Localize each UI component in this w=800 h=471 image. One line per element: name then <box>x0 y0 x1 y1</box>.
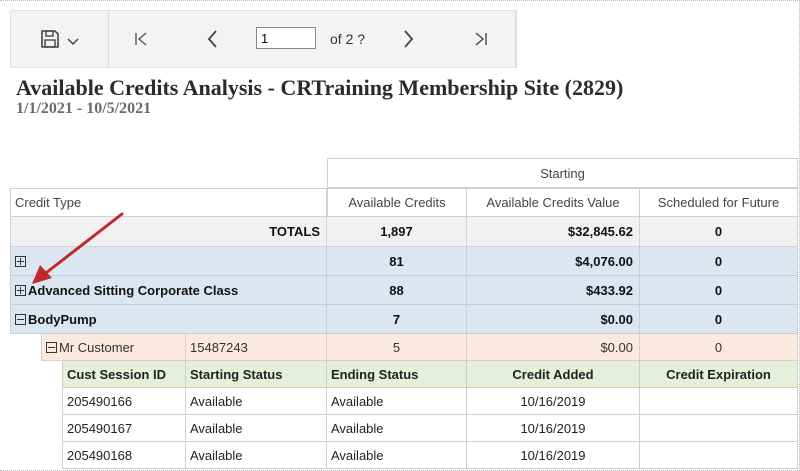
detail-session-id: 205490166 <box>62 388 186 415</box>
customer-value: $0.00 <box>467 334 640 361</box>
detail-starting-status: Available <box>186 388 327 415</box>
toolbar-divider <box>108 11 109 67</box>
group-scheduled: 0 <box>640 305 798 334</box>
report-toolbar: of 2 ? <box>10 10 517 68</box>
detail-ending-status: Available <box>327 415 467 442</box>
detail-starting-status: Available <box>186 415 327 442</box>
customer-row-name[interactable]: Mr Customer <box>41 334 186 361</box>
report-date-range: 1/1/2021 - 10/5/2021 <box>16 100 152 117</box>
group-row-bodypump[interactable]: BodyPump <box>10 305 327 334</box>
group-label: BodyPump <box>28 311 97 327</box>
first-page-icon <box>135 32 147 46</box>
col-header-available-credits-value: Available Credits Value <box>467 188 640 217</box>
customer-credits: 5 <box>327 334 467 361</box>
chevron-down-icon <box>67 38 79 46</box>
customer-name: Mr Customer <box>59 339 135 355</box>
expand-plus-icon[interactable] <box>15 255 26 267</box>
chevron-left-icon <box>207 30 217 48</box>
totals-scheduled: 0 <box>640 217 798 247</box>
starting-group-header: Starting <box>327 158 798 188</box>
first-page-button[interactable] <box>129 27 153 51</box>
group-value: $433.92 <box>467 276 640 305</box>
group-value: $0.00 <box>467 305 640 334</box>
page-number-input[interactable] <box>256 27 316 49</box>
group-credits: 88 <box>327 276 467 305</box>
group-credits: 81 <box>327 247 467 276</box>
detail-credit-added: 10/16/2019 <box>467 442 640 469</box>
group-value: $4,076.00 <box>467 247 640 276</box>
col-header-scheduled-for-future: Scheduled for Future <box>640 188 798 217</box>
detail-header-ending-status: Ending Status <box>327 361 467 388</box>
group-scheduled: 0 <box>640 276 798 305</box>
detail-header-session-id: Cust Session ID <box>62 361 186 388</box>
next-page-button[interactable] <box>396 27 420 51</box>
detail-session-id: 205490167 <box>62 415 186 442</box>
detail-starting-status: Available <box>186 442 327 469</box>
last-page-icon <box>475 32 487 46</box>
page-count-label: of 2 ? <box>330 31 366 47</box>
floppy-disk-icon <box>41 30 59 48</box>
group-credits: 7 <box>327 305 467 334</box>
expand-plus-icon[interactable] <box>15 284 26 296</box>
detail-credit-expiration <box>640 415 798 442</box>
report-title: Available Credits Analysis - CRTraining … <box>16 75 624 100</box>
col-header-credit-type: Credit Type <box>10 188 327 217</box>
group-label: Advanced Sitting Corporate Class <box>28 282 239 298</box>
toolbar-divider <box>515 11 516 67</box>
last-page-button[interactable] <box>469 27 493 51</box>
chevron-right-icon <box>404 30 414 48</box>
detail-ending-status: Available <box>327 388 467 415</box>
collapse-minus-icon[interactable] <box>46 341 57 353</box>
group-row-blank[interactable] <box>10 247 327 276</box>
detail-session-id: 205490168 <box>62 442 186 469</box>
detail-header-credit-added: Credit Added <box>467 361 640 388</box>
totals-label: TOTALS <box>10 217 327 247</box>
collapse-minus-icon[interactable] <box>15 313 26 325</box>
detail-header-starting-status: Starting Status <box>186 361 327 388</box>
group-scheduled: 0 <box>640 247 798 276</box>
detail-credit-expiration <box>640 442 798 469</box>
detail-credit-expiration <box>640 388 798 415</box>
totals-value: $32,845.62 <box>467 217 640 247</box>
customer-scheduled: 0 <box>640 334 798 361</box>
detail-ending-status: Available <box>327 442 467 469</box>
group-row-advanced-sitting[interactable]: Advanced Sitting Corporate Class <box>10 276 327 305</box>
save-button[interactable] <box>35 27 85 51</box>
col-header-available-credits: Available Credits <box>327 188 467 217</box>
totals-credits: 1,897 <box>327 217 467 247</box>
customer-id: 15487243 <box>186 334 327 361</box>
detail-credit-added: 10/16/2019 <box>467 415 640 442</box>
detail-header-credit-expiration: Credit Expiration <box>640 361 798 388</box>
previous-page-button[interactable] <box>201 27 225 51</box>
detail-credit-added: 10/16/2019 <box>467 388 640 415</box>
